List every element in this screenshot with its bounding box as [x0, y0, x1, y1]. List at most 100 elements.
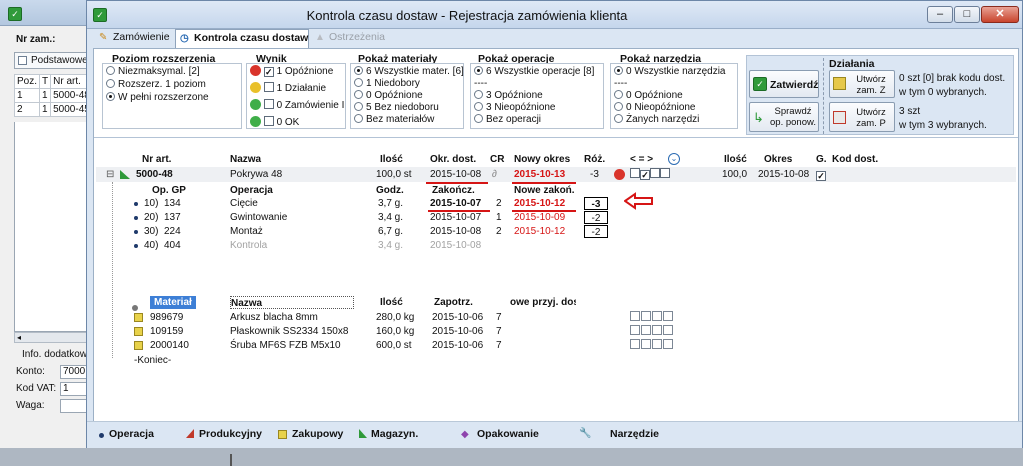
checkbox[interactable]: [630, 325, 640, 335]
checkbox[interactable]: [652, 311, 662, 321]
tab-ostrzezenia[interactable]: ▲ Ostrzeżenia: [311, 29, 393, 47]
column-header-ilosc[interactable]: Ilość: [380, 153, 403, 166]
checkbox[interactable]: [641, 325, 651, 335]
narzedzia-option[interactable]: 0 Wszystkie narzędzia: [614, 66, 725, 78]
wynik-option[interactable]: 0 OK: [250, 116, 299, 128]
compare-checkboxes[interactable]: [630, 311, 674, 324]
radio-button[interactable]: [614, 90, 623, 99]
table-cell: 2: [13, 102, 41, 117]
checkbox[interactable]: [663, 311, 673, 321]
checkbox[interactable]: [641, 311, 651, 321]
checkbox[interactable]: [652, 325, 662, 335]
column-resize-handle[interactable]: [230, 454, 232, 466]
column-header-okres[interactable]: Okres: [764, 153, 792, 166]
radio-button[interactable]: [106, 79, 115, 88]
poziom-option[interactable]: W pełni rozszerzone: [106, 92, 209, 104]
g-checkbox[interactable]: ✓: [816, 171, 826, 181]
column-header-okr-dost[interactable]: Okr. dost.: [430, 153, 476, 166]
compare-checkboxes[interactable]: [630, 339, 674, 352]
checkbox-extra[interactable]: [660, 168, 670, 178]
radio-button[interactable]: [474, 114, 483, 123]
materialy-option[interactable]: Bez materiałów: [354, 114, 434, 126]
wynik-option[interactable]: 0 Zamówienie I: [250, 99, 344, 111]
column-header-kod-dost[interactable]: Kod dost.: [832, 153, 878, 166]
checkbox[interactable]: [641, 339, 651, 349]
zatwierdz-button[interactable]: ✓ Zatwierdź: [749, 70, 819, 98]
material-name-header[interactable]: Nazwa: [230, 296, 354, 309]
checkbox[interactable]: [630, 311, 640, 321]
narzedzia-separator: ----: [614, 78, 628, 89]
horizontal-scrollbar[interactable]: ◂: [14, 332, 92, 343]
column-header-nowy-okres[interactable]: Nowy okres: [514, 153, 570, 166]
option-label: Rozszerz. 1 poziom: [118, 79, 206, 90]
option-label: 0 Opóźnione: [626, 90, 683, 101]
radio-button[interactable]: [614, 102, 623, 111]
column-header-g[interactable]: G.: [816, 153, 827, 166]
operacje-option[interactable]: 3 Opóźnione: [474, 90, 543, 102]
poziom-option[interactable]: Niezmaksymal. [2]: [106, 66, 200, 78]
radio-button[interactable]: [106, 66, 115, 75]
checkbox[interactable]: [630, 339, 640, 349]
table-row[interactable]: 1 1 5000-48: [13, 88, 93, 103]
material-header[interactable]: Materiał: [150, 296, 196, 309]
radio-button[interactable]: [354, 66, 363, 75]
column-header-compare[interactable]: < = >: [630, 153, 653, 166]
checkbox-greater[interactable]: [650, 168, 660, 178]
tab-kontrola-czasu-dostaw[interactable]: ◷ Kontrola czasu dostaw: [175, 29, 309, 48]
radio-button[interactable]: [354, 78, 363, 87]
radio-button[interactable]: [106, 92, 115, 101]
tab-podstawowe[interactable]: Podstawowe: [14, 52, 92, 69]
maximize-button[interactable]: □: [954, 6, 980, 23]
checkbox[interactable]: [263, 82, 274, 92]
column-header-nr[interactable]: Nr art.: [142, 153, 171, 166]
sprawdz-button[interactable]: ↳ Sprawdź op. ponow.: [749, 102, 819, 132]
checkbox[interactable]: [663, 325, 673, 335]
close-button[interactable]: ✕: [981, 6, 1019, 23]
table-empty-area: [14, 122, 92, 332]
operation-row[interactable]: [124, 239, 624, 252]
narzedzia-option[interactable]: 0 Opóźnione: [614, 90, 683, 102]
narzedzia-option[interactable]: 0 Nieopóźnione: [614, 102, 696, 114]
column-header-nazwa[interactable]: Nazwa: [230, 153, 261, 166]
operacje-option[interactable]: Bez operacji: [474, 114, 541, 126]
collapse-toggle[interactable]: ⊟: [106, 168, 114, 181]
operacje-option[interactable]: 3 Nieopóźnione: [474, 102, 556, 114]
compare-checkboxes[interactable]: ✓: [630, 168, 670, 180]
radio-button[interactable]: [614, 114, 623, 123]
radio-button[interactable]: [474, 66, 483, 75]
column-header-cr[interactable]: CR: [490, 153, 504, 166]
utworz-zam-p-button[interactable]: Utwórz zam. P: [829, 102, 895, 132]
checkbox[interactable]: [652, 339, 662, 349]
checkbox-less[interactable]: [630, 168, 640, 178]
checkbox[interactable]: ✓: [263, 67, 274, 77]
column-header-ilosc-2[interactable]: Ilość: [724, 153, 747, 166]
checkbox[interactable]: [263, 116, 274, 126]
radio-button[interactable]: [614, 66, 623, 75]
radio-button[interactable]: [354, 102, 363, 111]
minimize-button[interactable]: –: [927, 6, 953, 23]
chevron-down-icon[interactable]: ⌄: [668, 153, 680, 165]
materialy-option[interactable]: 5 Bez niedoboru: [354, 102, 439, 114]
zatwierdz-label: Zatwierdź: [770, 79, 819, 91]
radio-button[interactable]: [474, 102, 483, 111]
checkbox-equal[interactable]: ✓: [640, 170, 650, 180]
column-header-roznica[interactable]: Róż.: [584, 153, 605, 166]
wynik-option[interactable]: 1 Działanie: [250, 82, 326, 94]
radio-button[interactable]: [354, 114, 363, 123]
option-label: Żanych narzędzi: [626, 114, 700, 125]
materialy-option[interactable]: 0 Opóźnione: [354, 90, 423, 102]
utworz-zam-z-button[interactable]: Utwórz zam. Z: [829, 70, 895, 98]
radio-button[interactable]: [474, 90, 483, 99]
materialy-option[interactable]: 6 Wszystkie mater. [6]: [354, 66, 464, 78]
compare-checkboxes[interactable]: [630, 325, 674, 338]
materialy-option[interactable]: 1 Niedobory: [354, 78, 420, 90]
checkbox[interactable]: [663, 339, 673, 349]
checkbox[interactable]: [263, 99, 274, 109]
narzedzia-option[interactable]: Żanych narzędzi: [614, 114, 699, 126]
operacje-option[interactable]: 6 Wszystkie operacje [8]: [474, 66, 594, 78]
radio-button[interactable]: [354, 90, 363, 99]
poziom-option[interactable]: Rozszerz. 1 poziom: [106, 79, 206, 91]
tab-zamowienie[interactable]: ✎ Zamówienie: [95, 29, 173, 47]
table-row[interactable]: 2 1 5000-45: [13, 102, 93, 117]
wynik-option[interactable]: ✓ 1 Opóźnione: [250, 65, 333, 77]
